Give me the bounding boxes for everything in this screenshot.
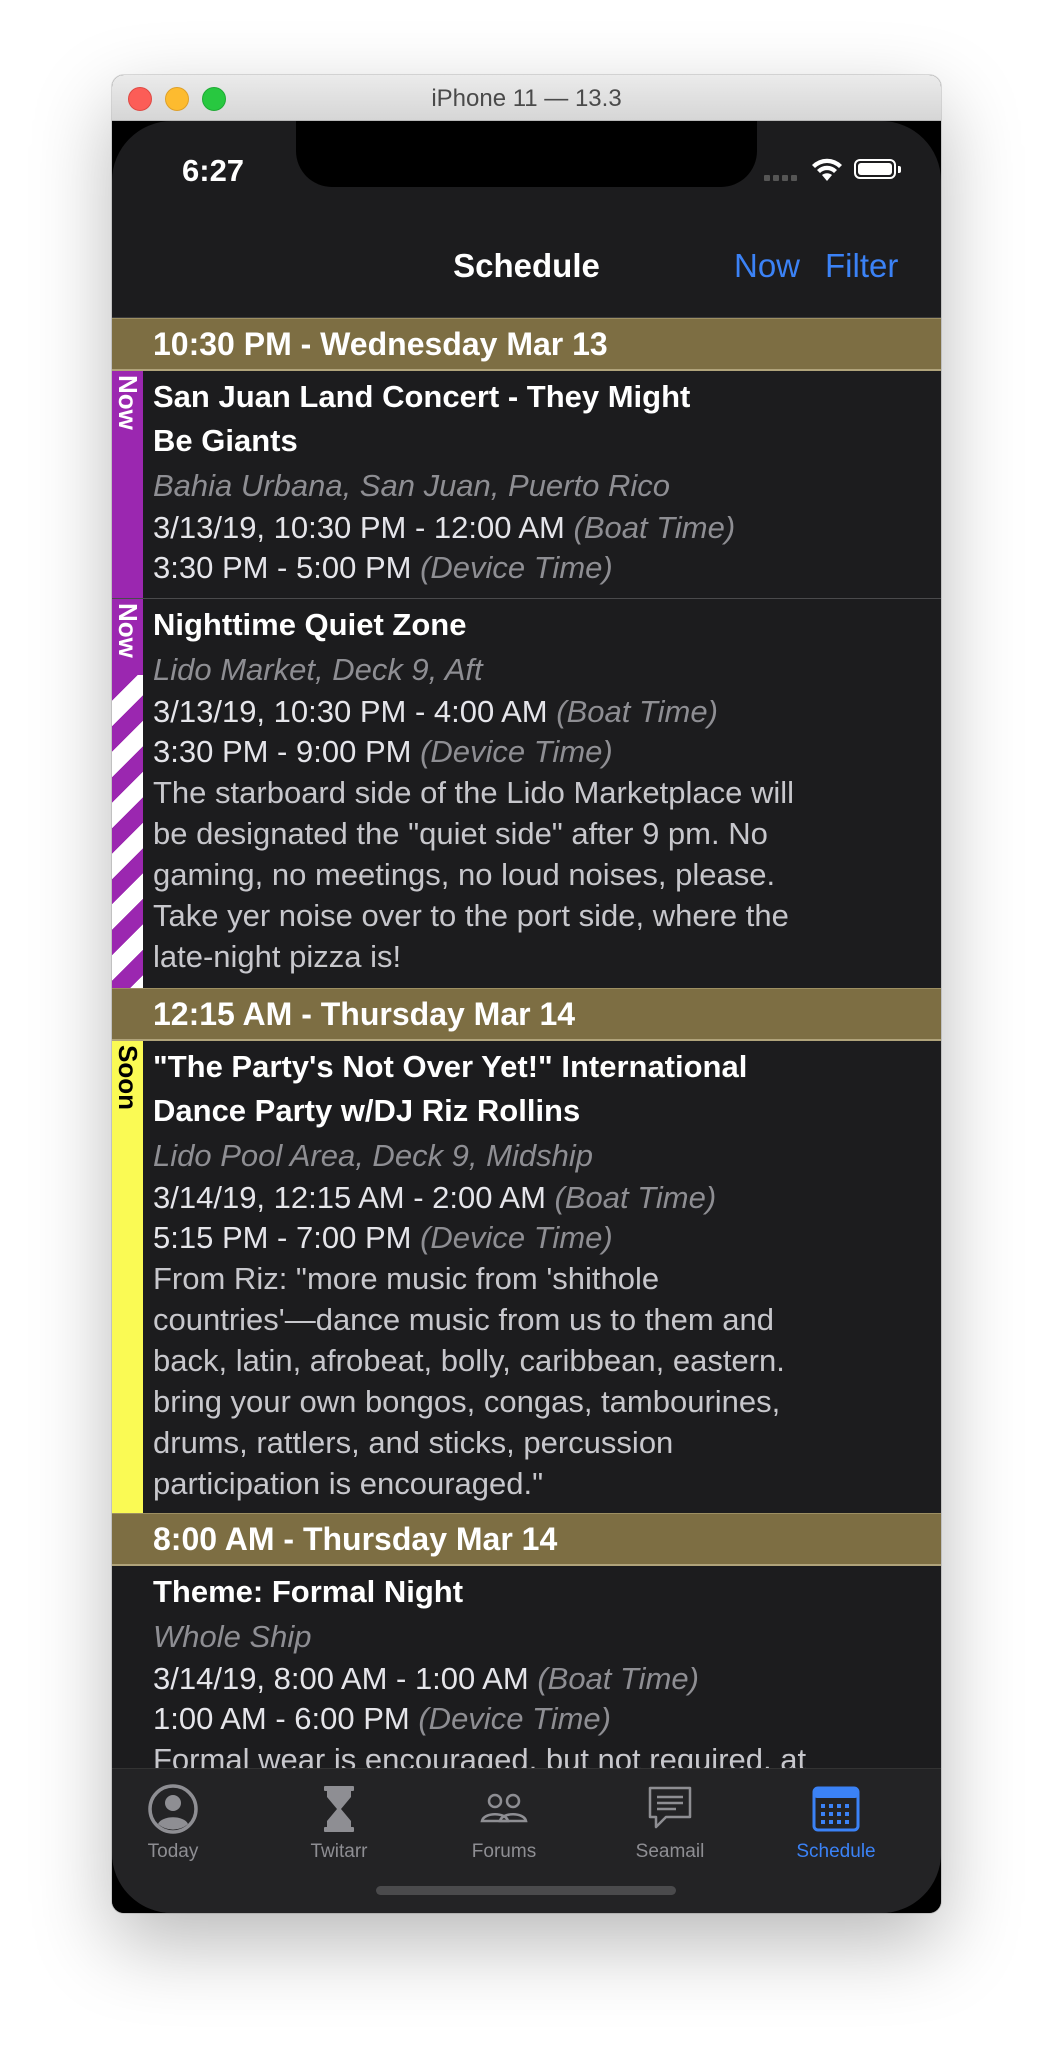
section-header: 10:30 PM - Wednesday Mar 13 xyxy=(112,318,941,371)
event-title: "The Party's Not Over Yet!" Internationa… xyxy=(153,1045,913,1133)
boat-time-label: (Boat Time) xyxy=(537,1661,699,1696)
tab-schedule[interactable]: Schedule xyxy=(756,1783,916,1863)
tab-label: Schedule xyxy=(796,1841,876,1862)
now-badge: Now xyxy=(112,371,143,598)
status-time: 6:27 xyxy=(182,153,245,188)
device-time-value: 5:15 PM - 7:00 PM xyxy=(153,1220,412,1255)
event-device-time: 1:00 AM - 6:00 PM (Device Time) xyxy=(153,1699,913,1739)
boat-time-value: 3/14/19, 8:00 AM - 1:00 AM xyxy=(153,1661,529,1696)
tab-forums[interactable]: Forums xyxy=(424,1783,584,1863)
description-line: From Riz: "more music from 'shithole xyxy=(153,1261,660,1296)
event-boat-time: 3/13/19, 10:30 PM - 4:00 AM (Boat Time) xyxy=(153,692,913,732)
event-title-line: Nighttime Quiet Zone xyxy=(153,607,467,642)
device-time-label: (Device Time) xyxy=(420,1220,613,1255)
description-line: late-night pizza is! xyxy=(153,939,402,974)
event-title-line: Be Giants xyxy=(153,423,298,458)
filter-button[interactable]: Filter xyxy=(825,247,898,285)
event-row[interactable]: Soon "The Party's Not Over Yet!" Interna… xyxy=(112,1041,941,1513)
description-line: Take yer noise over to the port side, wh… xyxy=(153,898,789,933)
home-indicator[interactable] xyxy=(376,1886,676,1895)
badge-label: Now xyxy=(113,375,143,430)
event-boat-time: 3/14/19, 8:00 AM - 1:00 AM (Boat Time) xyxy=(153,1659,913,1699)
window-title: iPhone 11 — 13.3 xyxy=(431,85,622,112)
device-frame: 6:27 Schedule Now Filter 10:30 PM - Wedn… xyxy=(112,121,941,1913)
tab-label: Today xyxy=(147,1841,199,1862)
description-line: bring your own bongos, congas, tambourin… xyxy=(153,1384,781,1419)
battery-icon xyxy=(854,159,901,179)
boat-time-label: (Boat Time) xyxy=(573,510,736,545)
chat-bubble-icon xyxy=(648,1786,692,1829)
event-location: Lido Market, Deck 9, Aft xyxy=(153,652,483,687)
simulator-window: iPhone 11 — 13.3 6:27 Schedule Now Filte… xyxy=(112,75,941,1913)
description-line: participation is encouraged." xyxy=(153,1466,544,1501)
boat-time-value: 3/13/19, 10:30 PM - 4:00 AM xyxy=(153,694,548,729)
event-title-line: Dance Party w/DJ Riz Rollins xyxy=(153,1093,581,1128)
boat-time-label: (Boat Time) xyxy=(556,694,718,729)
device-time-label: (Device Time) xyxy=(420,550,613,585)
status-bar: 6:27 xyxy=(112,121,941,221)
event-device-time: 3:30 PM - 9:00 PM (Device Time) xyxy=(153,732,913,772)
hourglass-icon xyxy=(324,1786,354,1832)
event-title: Nighttime Quiet Zone xyxy=(153,603,913,647)
event-title: San Juan Land Concert - They Might Be Gi… xyxy=(153,375,913,463)
event-title-line: San Juan Land Concert - They Might xyxy=(153,379,691,414)
event-device-time: 5:15 PM - 7:00 PM (Device Time) xyxy=(153,1218,913,1258)
wifi-icon xyxy=(812,158,842,181)
section-header: 12:15 AM - Thursday Mar 14 xyxy=(112,988,941,1041)
event-location: Whole Ship xyxy=(153,1619,312,1654)
tab-label: Forums xyxy=(471,1841,537,1862)
event-boat-time: 3/13/19, 10:30 PM - 12:00 AM (Boat Time) xyxy=(153,508,913,548)
event-location: Lido Pool Area, Deck 9, Midship xyxy=(153,1138,593,1173)
event-device-time: 3:30 PM - 5:00 PM (Device Time) xyxy=(153,548,913,588)
schedule-list[interactable]: 10:30 PM - Wednesday Mar 13 Now San Juan… xyxy=(112,318,941,1768)
event-title-line: Theme: Formal Night xyxy=(153,1574,464,1609)
boat-time-label: (Boat Time) xyxy=(554,1180,717,1215)
section-header: 8:00 AM - Thursday Mar 14 xyxy=(112,1513,941,1566)
person-circle-icon xyxy=(148,1784,198,1834)
calendar-icon xyxy=(812,1786,860,1832)
phone-screen: 6:27 Schedule Now Filter 10:30 PM - Wedn… xyxy=(112,121,941,1913)
soon-badge: Soon xyxy=(112,1041,143,1513)
description-line: countries'—dance music from us to them a… xyxy=(153,1302,775,1337)
device-time-value: 3:30 PM - 5:00 PM xyxy=(153,550,412,585)
badge-label: Soon xyxy=(113,1045,143,1110)
people-icon xyxy=(480,1793,528,1823)
device-time-value: 1:00 AM - 6:00 PM xyxy=(153,1701,410,1736)
boat-time-value: 3/14/19, 12:15 AM - 2:00 AM xyxy=(153,1180,546,1215)
description-line: The starboard side of the Lido Marketpla… xyxy=(153,775,794,810)
event-row[interactable]: Theme: Formal Night Whole Ship 3/14/19, … xyxy=(112,1566,941,1768)
event-description: From Riz: "more music from 'shithole cou… xyxy=(153,1258,913,1504)
device-time-label: (Device Time) xyxy=(420,734,613,769)
tab-today[interactable]: Today xyxy=(112,1783,253,1863)
event-description: The starboard side of the Lido Marketpla… xyxy=(153,772,913,977)
badge-label: Now xyxy=(112,599,143,675)
description-line: Formal wear is encouraged, but not requi… xyxy=(153,1742,807,1768)
page-title: Schedule xyxy=(453,247,600,284)
navigation-bar: Schedule Now Filter xyxy=(112,221,941,318)
tab-seamail[interactable]: Seamail xyxy=(590,1783,750,1863)
event-title: Theme: Formal Night xyxy=(153,1570,913,1614)
tab-twitarr[interactable]: Twitarr xyxy=(259,1783,419,1863)
event-location: Bahia Urbana, San Juan, Puerto Rico xyxy=(153,468,670,503)
event-row[interactable]: Now Nighttime Quiet Zone Lido Market, De… xyxy=(112,599,941,988)
device-time-label: (Device Time) xyxy=(418,1701,611,1736)
event-title-line: "The Party's Not Over Yet!" Internationa… xyxy=(153,1049,748,1084)
cellular-signal-icon xyxy=(764,173,798,181)
tab-label: Twitarr xyxy=(310,1841,368,1862)
description-line: be designated the "quiet side" after 9 p… xyxy=(153,816,768,851)
description-line: back, latin, afrobeat, bolly, caribbean,… xyxy=(153,1343,785,1378)
tab-label: Seamail xyxy=(635,1841,705,1862)
notch xyxy=(296,121,757,187)
description-line: drums, rattlers, and sticks, percussion xyxy=(153,1425,674,1460)
description-line: gaming, no meetings, no loud noises, ple… xyxy=(153,857,776,892)
now-button[interactable]: Now xyxy=(734,247,800,285)
device-time-value: 3:30 PM - 9:00 PM xyxy=(153,734,412,769)
event-row[interactable]: Now San Juan Land Concert - They Might B… xyxy=(112,371,941,599)
now-badge: Now xyxy=(112,599,143,988)
window-titlebar: iPhone 11 — 13.3 xyxy=(112,75,941,121)
event-description: Formal wear is encouraged, but not requi… xyxy=(153,1739,913,1768)
event-boat-time: 3/14/19, 12:15 AM - 2:00 AM (Boat Time) xyxy=(153,1178,913,1218)
boat-time-value: 3/13/19, 10:30 PM - 12:00 AM xyxy=(153,510,565,545)
